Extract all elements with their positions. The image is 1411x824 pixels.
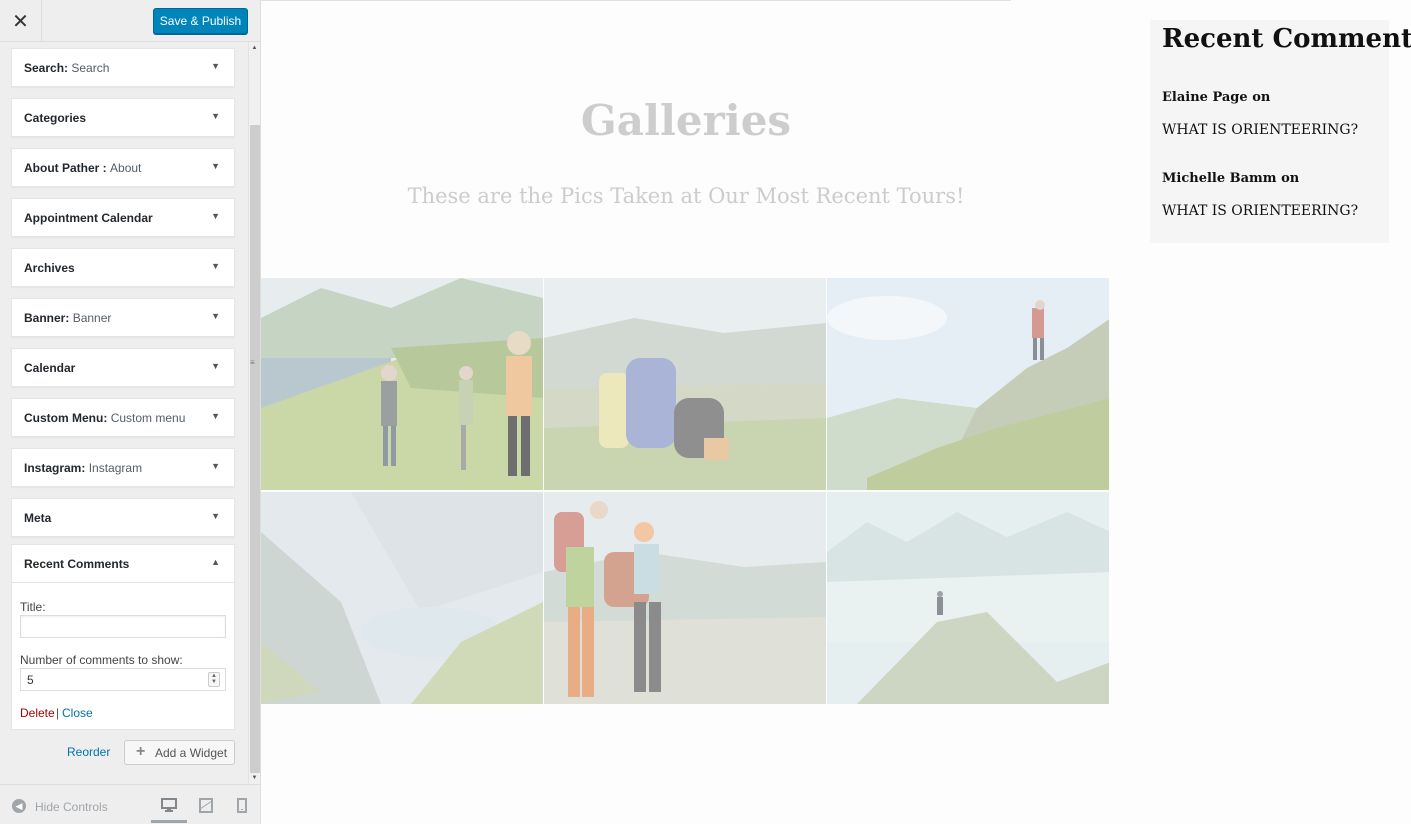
gallery-photo[interactable] <box>827 278 1109 490</box>
chevron-down-icon: ▼ <box>211 261 220 271</box>
add-widget-label: Add a Widget <box>155 746 228 760</box>
widget-appointment-calendar[interactable]: Appointment Calendar ▼ <box>11 198 235 237</box>
widget-name: Recent Comments <box>24 557 130 571</box>
preview-mobile-button[interactable] <box>224 793 260 823</box>
widget-instagram[interactable]: Instagram: Instagram ▼ <box>11 448 235 487</box>
widget-custom-menu[interactable]: Custom Menu: Custom menu ▼ <box>11 398 235 437</box>
page-subtitle: These are the Pics Taken at Our Most Rec… <box>407 184 965 208</box>
gallery-photo[interactable] <box>827 492 1109 704</box>
comment-connector: on <box>1252 90 1271 105</box>
number-stepper[interactable]: ▲ ▼ <box>208 672 220 687</box>
chevron-down-icon: ▼ <box>211 161 220 171</box>
chevron-down-icon: ▼ <box>211 111 220 121</box>
widget-name: Archives <box>24 261 75 275</box>
link-separator: | <box>56 706 60 720</box>
widget-subtitle: Banner <box>72 311 112 325</box>
chevron-down-icon: ▼ <box>211 311 220 321</box>
preview-desktop-button[interactable] <box>151 793 187 823</box>
chevron-up-icon: ▲ <box>211 557 220 567</box>
widget-recent-comments-expanded: Recent Comments ▲ Title: Number of comme… <box>11 544 235 730</box>
comment-post-link[interactable]: WHAT IS ORIENTEERING? <box>1162 122 1358 138</box>
plus-icon: + <box>136 743 146 760</box>
widget-subtitle: Custom menu <box>110 411 186 425</box>
page-title: Galleries <box>580 96 792 145</box>
recent-comments-title: Recent Comments <box>1162 24 1411 54</box>
widget-calendar[interactable]: Calendar ▼ <box>11 348 235 387</box>
add-widget-button[interactable]: + Add a Widget <box>124 740 235 765</box>
customizer-footer: ◀ Hide Controls <box>0 784 260 824</box>
widget-search[interactable]: Search: Search ▼ <box>11 48 235 87</box>
widget-name: Custom Menu <box>24 411 104 425</box>
comment-connector: on <box>1281 171 1300 186</box>
widget-name: Search <box>24 61 65 75</box>
gallery-photo[interactable] <box>544 492 826 704</box>
widget-name: Instagram <box>24 461 82 475</box>
save-publish-button[interactable]: Save & Publish <box>153 8 248 34</box>
close-widget-link[interactable]: Close <box>62 706 93 720</box>
comment-author-line: Elaine Page on <box>1162 90 1270 105</box>
widget-name: Calendar <box>24 361 76 375</box>
widget-subtitle: Instagram <box>88 461 143 475</box>
widget-archives[interactable]: Archives ▼ <box>11 248 235 287</box>
widget-categories[interactable]: Categories ▼ <box>11 98 235 137</box>
widget-name: Banner <box>24 311 66 325</box>
comment-author: Elaine Page <box>1162 90 1248 105</box>
recent-comments-preview-widget: Recent Comments Elaine Page on WHAT IS O… <box>1150 20 1411 243</box>
widget-name: About Pather <box>24 161 103 175</box>
widget-subtitle: About <box>110 161 142 175</box>
title-input[interactable] <box>20 615 226 638</box>
hide-controls-icon[interactable]: ◀ <box>12 799 26 813</box>
widget-name: Appointment Calendar <box>24 211 153 225</box>
customizer-sidebar: ✕ Save & Publish Search: Search ▼ Catego… <box>0 0 261 824</box>
chevron-down-icon: ▼ <box>211 361 220 371</box>
reorder-link[interactable]: Reorder <box>67 745 110 759</box>
chevron-down-icon: ▼ <box>211 211 220 221</box>
delete-widget-link[interactable]: Delete <box>20 706 55 720</box>
widget-name: Categories <box>24 111 87 125</box>
number-comments-label: Number of comments to show: <box>20 653 183 667</box>
preview-top-border <box>261 0 1011 1</box>
close-customizer-button[interactable]: ✕ <box>0 0 42 42</box>
sidebar-scrollbar[interactable]: ▲ ≡ ▼ <box>248 42 260 784</box>
title-label: Title: <box>20 600 46 614</box>
chevron-down-icon: ▼ <box>211 61 220 71</box>
comment-post-link[interactable]: WHAT IS ORIENTEERING? <box>1162 203 1358 219</box>
number-comments-input[interactable] <box>20 668 226 691</box>
comment-author: Michelle Bamm <box>1162 171 1277 186</box>
comment-author-line: Michelle Bamm on <box>1162 171 1299 186</box>
mobile-icon <box>237 798 247 813</box>
chevron-down-icon: ▼ <box>211 511 220 521</box>
gallery-photo[interactable] <box>544 278 826 490</box>
scrollbar-thumb[interactable] <box>250 125 260 773</box>
tablet-icon <box>199 798 213 813</box>
gallery-photo[interactable] <box>261 278 543 490</box>
widget-subtitle: Search <box>71 61 110 75</box>
desktop-icon <box>161 798 177 812</box>
gallery-photo[interactable] <box>261 492 543 704</box>
widget-list: Search: Search ▼ Categories ▼ About Path… <box>0 42 248 784</box>
customizer-header: ✕ Save & Publish <box>0 0 260 42</box>
close-icon: ✕ <box>12 10 29 33</box>
widget-meta[interactable]: Meta ▼ <box>11 498 235 537</box>
preview-tablet-button[interactable] <box>188 793 224 823</box>
chevron-down-icon: ▼ <box>211 461 220 471</box>
chevron-down-icon: ▼ <box>211 411 220 421</box>
widget-name: Meta <box>24 511 52 525</box>
hide-controls-link[interactable]: Hide Controls <box>35 800 108 814</box>
photo-gallery <box>261 278 1111 704</box>
scroll-down-arrow[interactable]: ▼ <box>249 772 260 784</box>
widget-about-pather[interactable]: About Pather : About ▼ <box>11 148 235 187</box>
widget-banner[interactable]: Banner: Banner ▼ <box>11 298 235 337</box>
scroll-up-arrow[interactable]: ▲ <box>249 42 260 54</box>
resize-grip-icon: ≡ <box>250 358 255 367</box>
widget-recent-comments-header[interactable]: Recent Comments ▲ <box>12 545 234 583</box>
